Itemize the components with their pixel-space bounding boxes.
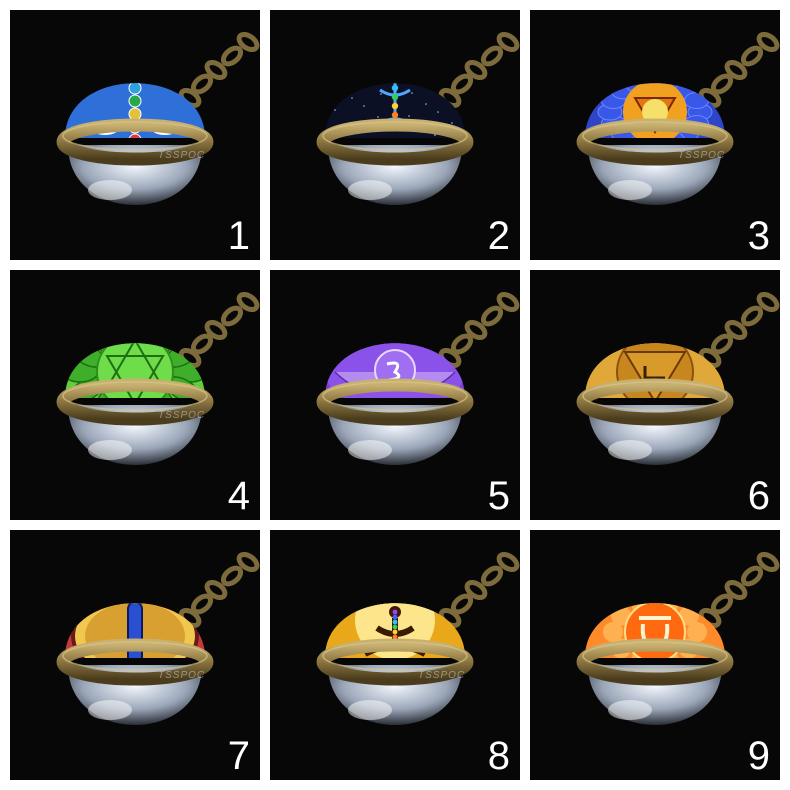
pendant-design (585, 603, 725, 658)
pendant-tile-4[interactable]: TSSPOC 4 (10, 270, 260, 520)
chain (698, 31, 780, 109)
item-number: 5 (487, 474, 510, 518)
item-number: 2 (487, 214, 510, 258)
chain (438, 551, 520, 629)
pendant-tile-1[interactable]: TSSPOC 1 (10, 10, 260, 260)
pendant-image (316, 31, 520, 205)
watermark: TSSPOC (678, 150, 726, 161)
item-number: 6 (747, 474, 770, 518)
pendant-image (316, 291, 520, 465)
chain (698, 551, 780, 629)
pendant-tile-9[interactable]: 9 (530, 530, 780, 780)
item-number: 4 (227, 474, 250, 518)
pendant-tile-7[interactable]: TSSPOC 7 (10, 530, 260, 780)
pendant-image (56, 291, 260, 465)
chain (178, 551, 260, 629)
pendant-image (576, 551, 780, 725)
item-number: 1 (227, 214, 250, 258)
pendant-image (576, 31, 780, 205)
pendant-image (56, 551, 260, 725)
watermark: TSSPOC (158, 410, 206, 421)
chain (438, 291, 520, 369)
chain (178, 291, 260, 369)
watermark: TSSPOC (418, 670, 466, 681)
pendant-tile-8[interactable]: TSSPOC 8 (270, 530, 520, 780)
item-number: 7 (227, 734, 250, 778)
watermark: TSSPOC (158, 150, 206, 161)
bronze-bezel (316, 378, 474, 426)
pendant-tile-6[interactable]: 6 (530, 270, 780, 520)
chain (178, 31, 260, 109)
item-number: 9 (747, 734, 770, 778)
bronze-bezel (576, 378, 734, 426)
pendant-tile-5[interactable]: 5 (270, 270, 520, 520)
item-number: 3 (747, 214, 770, 258)
bronze-bezel (316, 118, 474, 166)
pendant-design (585, 343, 725, 398)
pendant-image (56, 31, 260, 205)
pendant-tile-2[interactable]: 2 (270, 10, 520, 260)
watermark: TSSPOC (158, 670, 206, 681)
bronze-bezel (576, 638, 734, 686)
pendant-design (65, 603, 205, 658)
pendant-image (316, 551, 520, 725)
pendant-image (576, 291, 780, 465)
pendant-tile-3[interactable]: TSSPOC 3 (530, 10, 780, 260)
chain (698, 291, 780, 369)
pendant-grid: TSSPOC 1 2 TSSPOC 3 TSSPOC 4 5 6 TSSPOC 7 TSSPOC 8 9 (0, 0, 790, 790)
chain (438, 31, 520, 109)
item-number: 8 (487, 734, 510, 778)
